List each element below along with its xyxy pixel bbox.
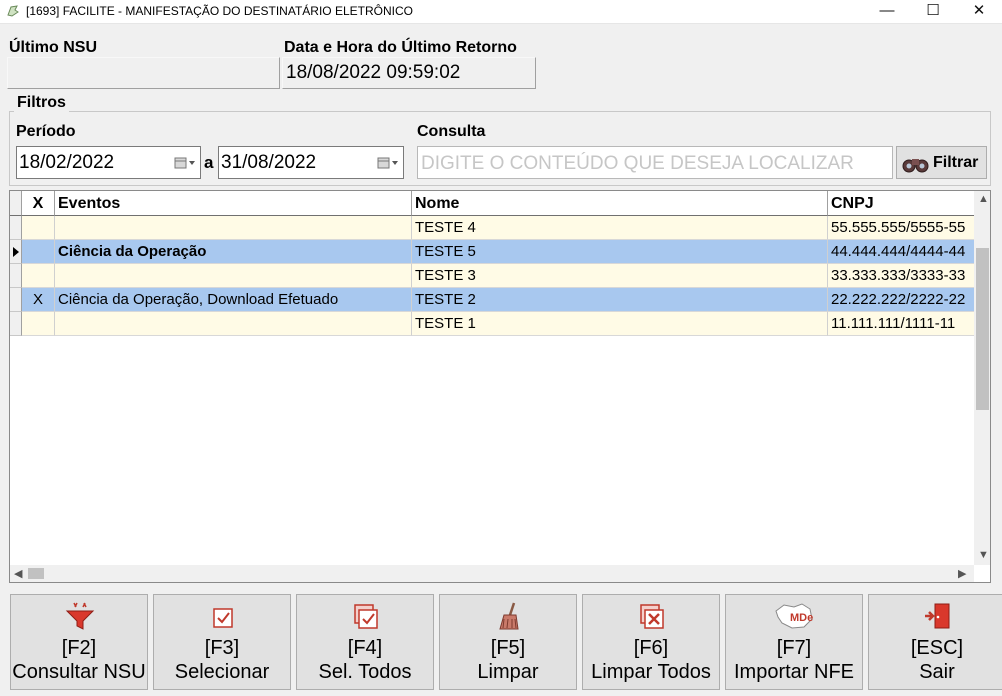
button-label: Limpar Todos <box>591 661 711 683</box>
horizontal-scroll-thumb[interactable] <box>28 568 44 579</box>
window-title: [1693] FACILITE - MANIFESTAÇÃO DO DESTIN… <box>26 4 413 18</box>
button-label: Selecionar <box>174 661 270 683</box>
button-label: Consultar NSU <box>12 661 146 683</box>
column-header-eventos[interactable]: Eventos <box>55 191 412 216</box>
row-indicator[interactable] <box>10 312 22 336</box>
cell-x <box>22 264 55 288</box>
cell-x <box>22 216 55 240</box>
row-indicator[interactable] <box>10 240 22 264</box>
cell-eventos <box>55 216 412 240</box>
row-indicator[interactable] <box>10 264 22 288</box>
cell-eventos <box>55 312 412 336</box>
ultimo-nsu-label: Último NSU <box>9 39 97 56</box>
row-indicator[interactable] <box>10 288 22 312</box>
broom-icon <box>499 602 519 630</box>
calendar-dropdown-icon[interactable] <box>174 156 196 170</box>
cell-cnpj: 55.555.555/5555-55 <box>828 216 974 240</box>
vertical-scroll-thumb[interactable] <box>976 248 989 410</box>
current-row-arrow-icon <box>13 247 19 257</box>
limpar-todos-button[interactable]: [F6] Limpar Todos <box>582 594 720 690</box>
table-row[interactable]: TESTE 3 33.333.333/3333-33 <box>10 264 974 288</box>
filters-group-title: Filtros <box>14 94 69 112</box>
period-separator: a <box>204 153 214 172</box>
vertical-scrollbar[interactable]: ▲ ▼ <box>974 191 990 565</box>
sel-todos-button[interactable]: [F4] Sel. Todos <box>296 594 434 690</box>
table-row[interactable]: TESTE 1 11.111.111/1111-11 <box>10 312 974 336</box>
button-key: [F6] <box>633 637 669 659</box>
app-icon <box>7 5 19 17</box>
button-label: Sair <box>919 661 955 683</box>
ultimo-nsu-field <box>7 57 280 89</box>
selecionar-button[interactable]: [F3] Selecionar <box>153 594 291 690</box>
button-label: Importar NFE <box>733 661 855 683</box>
close-button[interactable]: ✕ <box>956 0 1002 24</box>
table-row-selected[interactable]: X Ciência da Operação, Download Efetuado… <box>10 288 974 312</box>
search-input[interactable]: DIGITE O CONTEÚDO QUE DESEJA LOCALIZAR <box>417 146 893 179</box>
cell-x: X <box>22 288 55 312</box>
mde-map-icon: MDe <box>775 603 813 629</box>
column-header-x[interactable]: X <box>22 191 55 216</box>
periodo-label: Período <box>16 123 76 140</box>
table-row-current[interactable]: Ciência da Operação TESTE 5 44.444.444/4… <box>10 240 974 264</box>
cell-nome: TESTE 2 <box>412 288 828 312</box>
date-to-value: 31/08/2022 <box>221 152 317 173</box>
cell-nome: TESTE 3 <box>412 264 828 288</box>
importar-nfe-button[interactable]: MDe [F7] Importar NFE <box>725 594 863 690</box>
column-header-nome[interactable]: Nome <box>412 191 828 216</box>
mde-icon-text: MDe <box>790 612 813 624</box>
cell-x <box>22 240 55 264</box>
grid-corner <box>10 191 22 216</box>
calendar-dropdown-icon[interactable] <box>377 156 399 170</box>
button-label: Sel. Todos <box>318 661 412 683</box>
minimize-button[interactable]: — <box>864 0 910 24</box>
horizontal-scrollbar[interactable]: ◀ ▶ <box>10 565 974 582</box>
cell-nome: TESTE 1 <box>412 312 828 336</box>
checkbox-icon <box>213 608 233 628</box>
exit-door-icon <box>925 603 950 629</box>
cell-cnpj: 33.333.333/3333-33 <box>828 264 974 288</box>
cell-eventos: Ciência da Operação, Download Efetuado <box>55 288 412 312</box>
row-indicator[interactable] <box>10 216 22 240</box>
clear-all-icon <box>640 604 664 629</box>
checkbox-multiple-icon <box>354 604 378 629</box>
cell-eventos[interactable]: Ciência da Operação <box>55 240 412 264</box>
scroll-left-icon[interactable]: ◀ <box>14 567 22 580</box>
date-from-picker[interactable]: 18/02/2022 <box>16 146 201 179</box>
column-header-cnpj[interactable]: CNPJ <box>828 191 974 216</box>
binoculars-icon <box>902 159 929 173</box>
data-hora-field: 18/08/2022 09:59:02 <box>282 57 536 89</box>
filter-button-label: Filtrar <box>933 154 979 171</box>
data-hora-label: Data e Hora do Último Retorno <box>284 39 517 56</box>
button-key: [F5] <box>490 637 526 659</box>
button-key: [F2] <box>61 637 97 659</box>
cell-nome: TESTE 4 <box>412 216 828 240</box>
button-key: [F3] <box>204 637 240 659</box>
cell-nome: TESTE 5 <box>412 240 828 264</box>
title-bar: [1693] FACILITE - MANIFESTAÇÃO DO DESTIN… <box>0 0 1002 24</box>
cell-cnpj: 22.222.222/2222-22 <box>828 288 974 312</box>
filter-button[interactable]: Filtrar <box>896 146 987 179</box>
sair-button[interactable]: [ESC] Sair <box>868 594 1002 690</box>
scroll-right-icon[interactable]: ▶ <box>958 567 966 580</box>
button-key: [ESC] <box>910 637 964 659</box>
limpar-button[interactable]: [F5] Limpar <box>439 594 577 690</box>
table-row[interactable]: TESTE 4 55.555.555/5555-55 <box>10 216 974 240</box>
scroll-down-icon[interactable]: ▼ <box>978 549 989 561</box>
scroll-up-icon[interactable]: ▲ <box>978 193 989 205</box>
consultar-nsu-button[interactable]: [F2] Consultar NSU <box>10 594 148 690</box>
button-key: [F4] <box>347 637 383 659</box>
cell-cnpj: 11.111.111/1111-11 <box>828 312 974 336</box>
cell-cnpj: 44.444.444/4444-44 <box>828 240 974 264</box>
date-from-value: 18/02/2022 <box>19 152 115 173</box>
date-to-picker[interactable]: 31/08/2022 <box>218 146 404 179</box>
events-grid[interactable]: X Eventos Nome CNPJ TESTE 4 55.555.555/5… <box>9 190 991 583</box>
cell-eventos <box>55 264 412 288</box>
funnel-icon <box>65 602 95 630</box>
cell-x <box>22 312 55 336</box>
consulta-label: Consulta <box>417 123 486 140</box>
button-label: Limpar <box>477 661 539 683</box>
button-key: [F7] <box>776 637 812 659</box>
maximize-button[interactable]: ☐ <box>910 0 956 24</box>
